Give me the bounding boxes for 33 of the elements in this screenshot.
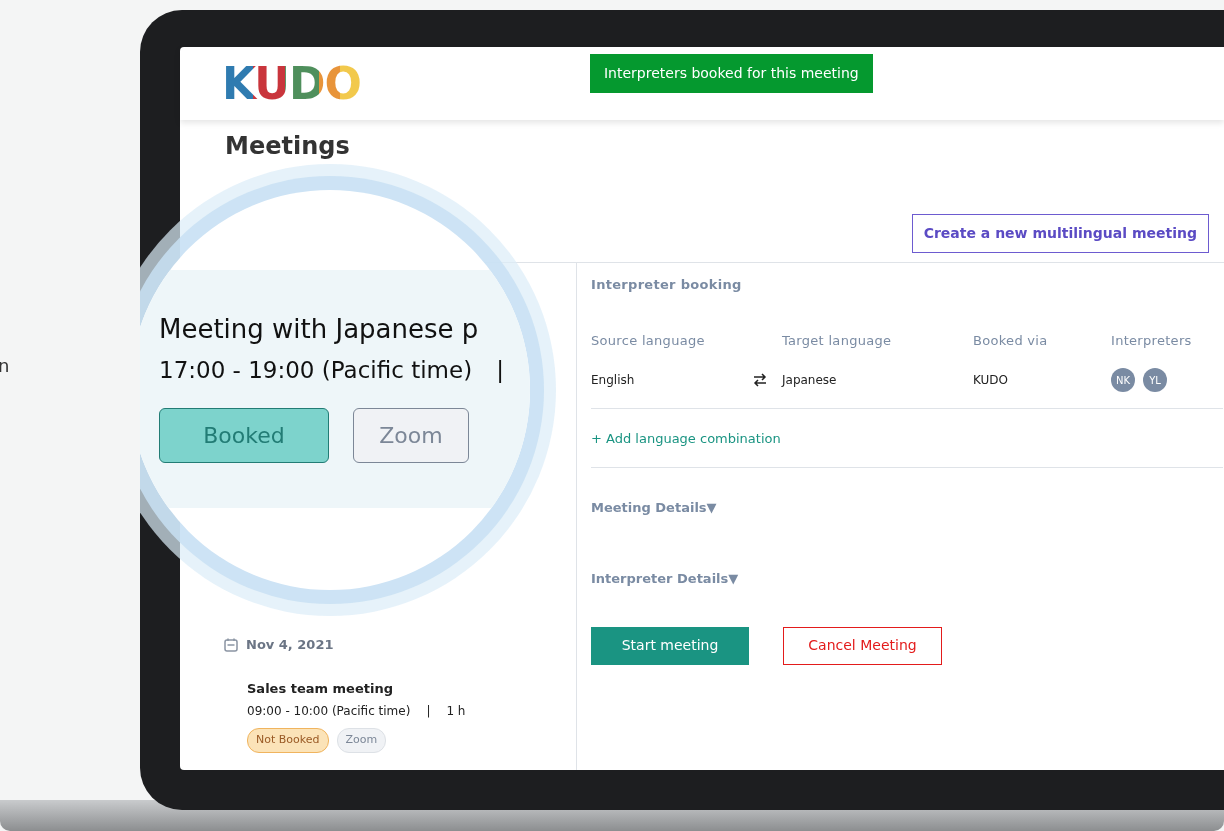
table-cell-text: Japanese [782, 372, 838, 389]
meeting-title: Meeting with Japanese p [159, 313, 480, 346]
platform-tag: Zoom [336, 728, 387, 753]
section-title: Interpreter booking [591, 276, 743, 294]
meeting-title: Sales team meeting [247, 679, 394, 698]
meeting-time: 09:00 - 10:00 (Pacific time) [247, 703, 411, 720]
booking-status-tag: Not Booked [247, 728, 329, 753]
column-header: Target language [782, 331, 893, 350]
cut-off-text: n [0, 354, 10, 378]
column-header: Interpreters [1111, 331, 1193, 350]
section-toggle[interactable]: Meeting Details▼ [591, 497, 1223, 517]
booking-status-tag: Booked [159, 407, 329, 463]
create-meeting-button[interactable]: Create a new multilingual meeting [911, 214, 1209, 253]
column-header: Source language [591, 331, 706, 350]
table-cell-text: English [591, 372, 636, 389]
avatar: NK [1111, 368, 1135, 392]
meeting-duration: 1 h [446, 703, 466, 720]
cancel-meeting-button[interactable]: Cancel Meeting [783, 626, 942, 665]
calendar-icon [224, 637, 238, 652]
separator: | [496, 356, 504, 385]
table-cell-text: KUDO [973, 372, 1009, 389]
meeting-time: 17:00 - 19:00 (Pacific time) [159, 356, 473, 385]
start-meeting-button[interactable]: Start meeting [591, 626, 749, 665]
section-toggle[interactable]: Interpreter Details▼ [591, 569, 1223, 589]
success-toast: Interpreters booked for this meeting [590, 54, 873, 93]
date-heading: Nov 4, 2021 [246, 636, 334, 654]
separator: | [426, 703, 431, 720]
avatar: YL [1143, 368, 1167, 392]
add-language-link[interactable]: + Add language combination [591, 429, 781, 449]
swap-icon[interactable] [753, 373, 767, 387]
page-title: Meetings [225, 132, 350, 160]
platform-tag: Zoom [353, 407, 469, 463]
column-header: Booked via [973, 331, 1049, 350]
